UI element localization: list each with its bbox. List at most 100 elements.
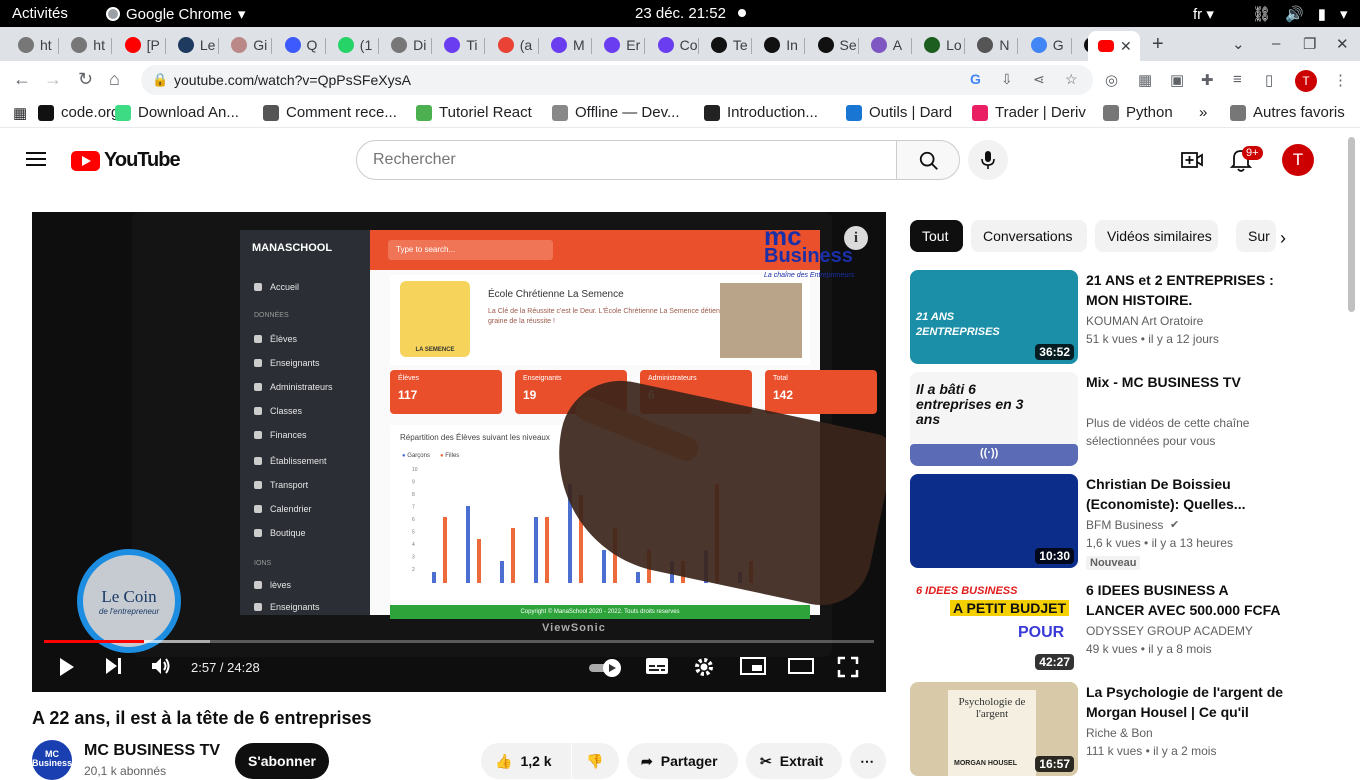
bookmark-2[interactable]: Comment rece... [263, 104, 397, 121]
tab-0[interactable]: ht [8, 31, 52, 59]
bookmark-8[interactable]: Python [1103, 104, 1173, 121]
channel-name[interactable]: MC BUSINESS TV [84, 742, 220, 760]
extension-icon[interactable]: ▦ [1138, 71, 1152, 89]
tab-12[interactable]: Co [648, 31, 698, 59]
new-tab-button[interactable]: + [1152, 33, 1164, 56]
video-title[interactable]: Mix - MC BUSINESS TV [1086, 372, 1286, 392]
bookmark-7[interactable]: Trader | Deriv [972, 104, 1086, 121]
miniplayer-icon[interactable] [740, 656, 766, 676]
tab-6[interactable]: (1 [328, 31, 372, 59]
search-button[interactable] [896, 140, 960, 180]
extension-icon[interactable]: ◎ [1105, 71, 1118, 89]
minimize-icon[interactable]: ‒ [1272, 35, 1280, 52]
close-tab-icon[interactable]: ✕ [1120, 38, 1132, 55]
tab-14[interactable]: In [754, 31, 798, 59]
forward-icon[interactable]: → [44, 69, 62, 90]
tab-search-icon[interactable]: ⌄ [1232, 35, 1245, 53]
recommended-video[interactable]: 10:30 Christian De Boissieu (Economiste):… [910, 474, 1340, 570]
lock-icon[interactable]: 🔒 [152, 72, 168, 88]
tab-17[interactable]: Lo [914, 31, 962, 59]
video-channel[interactable]: KOUMAN Art Oratoire [1086, 314, 1203, 328]
video-channel[interactable]: Plus de vidéos de cette chaîne [1086, 416, 1249, 430]
activities-button[interactable]: Activités [12, 5, 68, 22]
tab-9[interactable]: (a [488, 31, 532, 59]
fullscreen-icon[interactable] [837, 656, 859, 678]
address-bar[interactable]: 🔒 youtube.com/watch?v=QpPsSFeXysA G ⇩ ⋖ … [141, 65, 1093, 95]
bookmark-0[interactable]: code.org [38, 104, 119, 121]
play-icon[interactable] [58, 656, 76, 678]
info-icon[interactable]: i [844, 226, 868, 250]
bookmark-9[interactable]: » [1199, 104, 1207, 121]
close-window-icon[interactable]: ✕ [1336, 35, 1349, 53]
google-lens-icon[interactable]: G [970, 71, 981, 87]
tab-18[interactable]: N [967, 31, 1010, 59]
channel-avatar[interactable]: MC Business [32, 740, 72, 780]
bookmark-3[interactable]: Tutoriel React [416, 104, 532, 121]
bookmark-6[interactable]: Outils | Dard [846, 104, 952, 121]
tab-active-youtube[interactable]: ✕ [1088, 31, 1140, 61]
video-player[interactable]: MANASCHOOL Accueil DONNÉES Élèves Enseignan… [32, 212, 886, 692]
video-thumbnail[interactable]: Psychologie de l'argent MORGAN HOUSEL 16:5… [910, 682, 1078, 776]
tab-11[interactable]: Er [594, 31, 640, 59]
filter-chip[interactable]: Vidéos similaires [1095, 220, 1218, 252]
profile-avatar[interactable]: T [1295, 70, 1317, 92]
video-thumbnail[interactable]: 10:30 [910, 474, 1078, 568]
bookmark-5[interactable]: Introduction... [704, 104, 818, 121]
youtube-logo[interactable]: YouTube [71, 149, 181, 172]
recommended-video[interactable]: 21 ANS 2ENTREPRISES 36:52 21 ANS et 2 ENTR… [910, 270, 1340, 364]
tab-4[interactable]: Gi [221, 31, 267, 59]
clip-button[interactable]: ✂ Extrait [746, 743, 842, 779]
voice-search-button[interactable] [968, 140, 1008, 180]
video-title[interactable]: 6 IDEES BUSINESS A LANCER AVEC 500.000 F… [1086, 580, 1286, 620]
tab-10[interactable]: M [541, 31, 585, 59]
settings-gear-icon[interactable] [693, 656, 715, 678]
theater-mode-icon[interactable] [788, 656, 814, 676]
bookmark-10[interactable]: Autres favoris [1230, 104, 1345, 121]
create-video-icon[interactable] [1180, 148, 1204, 172]
video-title[interactable]: Christian De Boissieu (Economiste): Quel… [1086, 474, 1286, 514]
tab-13[interactable]: Te [701, 31, 748, 59]
tab-19[interactable]: G [1021, 31, 1064, 59]
subtitles-icon[interactable] [645, 656, 669, 676]
filter-chip[interactable]: Conversations [971, 220, 1087, 252]
media-icon[interactable]: ≡ [1233, 71, 1242, 88]
home-icon[interactable]: ⌂ [109, 69, 120, 90]
account-avatar[interactable]: T [1282, 144, 1314, 176]
keyboard-layout[interactable]: fr ▾ [1193, 5, 1214, 23]
tab-1[interactable]: ht [61, 31, 105, 59]
dislike-button[interactable]: 👎 [572, 743, 619, 779]
clock[interactable]: 23 déc. 21:52 [635, 5, 726, 22]
recommended-video[interactable]: 6 IDEES BUSINESS A PETIT BUDJET POUR 42:27 6… [910, 580, 1340, 674]
apps-grid-icon[interactable]: ▦ [13, 104, 27, 122]
app-menu[interactable]: Google Chrome ▾ [106, 5, 245, 23]
bookmark-4[interactable]: Offline — Dev... [552, 104, 679, 121]
like-button[interactable]: 👍 1,2 k [481, 743, 571, 779]
tab-8[interactable]: Ti [434, 31, 478, 59]
sidepanel-icon[interactable]: ▯ [1265, 71, 1273, 89]
video-title[interactable]: La Psychologie de l'argent de Morgan Hou… [1086, 682, 1286, 722]
subscribe-button[interactable]: S'abonner [235, 743, 329, 779]
filter-chip[interactable]: Sur [1236, 220, 1276, 252]
video-channel[interactable]: Riche & Bon [1086, 726, 1153, 740]
puzzle-icon[interactable]: ✚ [1201, 71, 1214, 89]
progress-bar[interactable] [44, 640, 874, 643]
autoplay-toggle-icon[interactable] [588, 658, 624, 678]
chevron-right-icon[interactable]: › [1280, 228, 1286, 249]
video-thumbnail[interactable]: 6 IDEES BUSINESS A PETIT BUDJET POUR 42:27 [910, 580, 1078, 674]
page-scrollbar[interactable] [1348, 137, 1355, 312]
back-icon[interactable]: ← [13, 69, 31, 90]
tab-3[interactable]: Le [168, 31, 215, 59]
next-icon[interactable] [104, 656, 124, 676]
system-tray[interactable]: ⛓ 🔊 ▮ ▾ [1252, 5, 1348, 23]
search-input[interactable] [356, 140, 897, 180]
video-thumbnail[interactable]: 21 ANS 2ENTREPRISES 36:52 [910, 270, 1078, 364]
restore-icon[interactable]: ❐ [1303, 35, 1316, 53]
tab-7[interactable]: Di [381, 31, 426, 59]
share-button[interactable]: ➦ Partager [627, 743, 738, 779]
tab-5[interactable]: Q [275, 31, 317, 59]
hamburger-menu-icon[interactable] [26, 152, 46, 166]
reload-icon[interactable]: ↻ [78, 69, 93, 90]
filter-chip[interactable]: Tout [910, 220, 963, 252]
bookmark-star-icon[interactable]: ☆ [1065, 71, 1078, 88]
bookmark-1[interactable]: Download An... [115, 104, 239, 121]
